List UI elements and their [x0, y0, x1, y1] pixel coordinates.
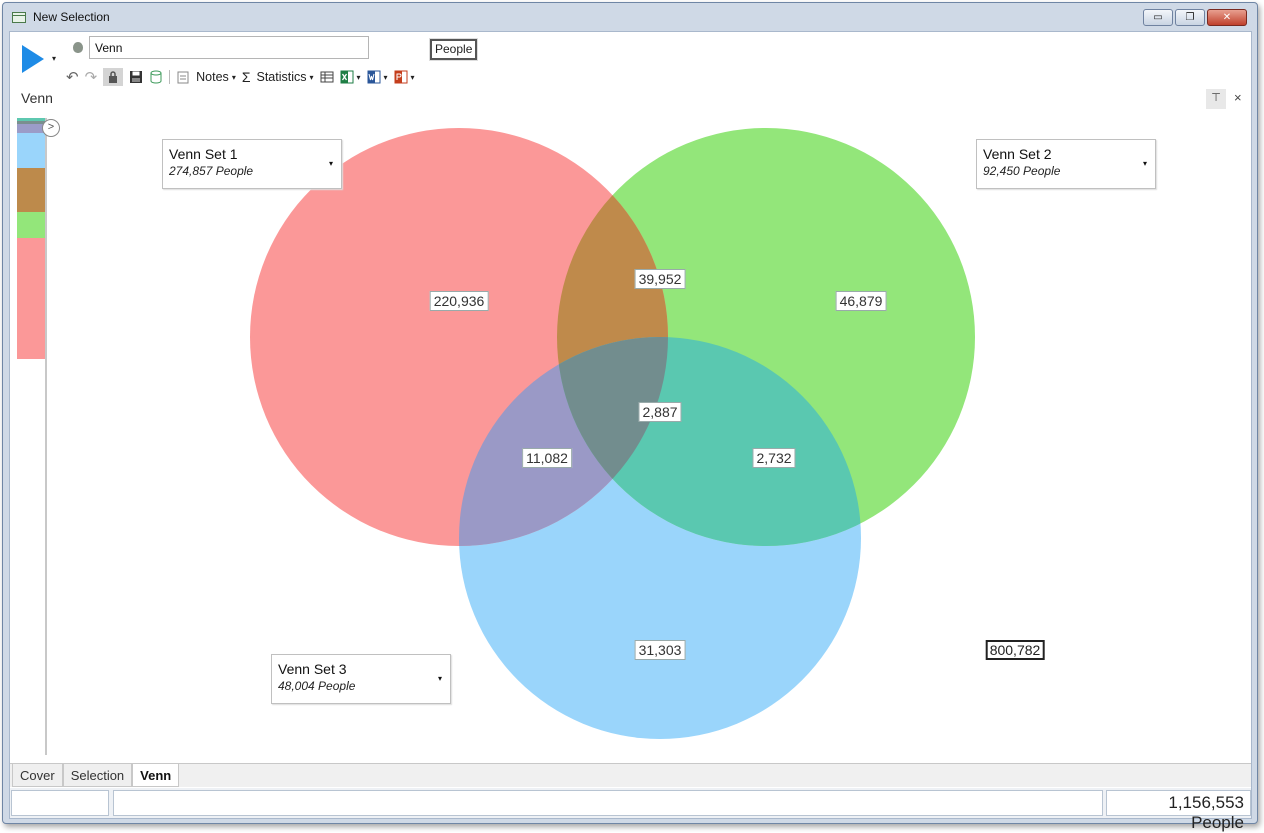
restore-button[interactable]: ❐ [1175, 9, 1205, 26]
region-only-set1-label: 220,936 [429, 291, 489, 311]
client-area: ▾ People ↶ ↷ Notes ▾ Σ [9, 31, 1252, 832]
venn-set3-selector[interactable]: Venn Set 3 48,004 People ▾ [271, 654, 451, 704]
status-total-count: 1,156,553 People [1106, 790, 1251, 832]
window-title: New Selection [33, 10, 110, 24]
region-all-sets-label: 2,887 [638, 402, 682, 422]
window-icon [12, 11, 26, 23]
region-only-set3-label: 31,303 [634, 640, 686, 660]
status-cell-left [11, 790, 109, 816]
tab-venn[interactable]: Venn [132, 764, 180, 787]
set2-name: Venn Set 2 [983, 146, 1052, 162]
region-set1-set2-label: 39,952 [634, 269, 686, 289]
title-bar[interactable]: New Selection ▭ ❐ ✕ [3, 3, 1257, 31]
minimize-button[interactable]: ▭ [1143, 9, 1173, 26]
close-button[interactable]: ✕ [1207, 9, 1247, 26]
set3-count: 48,004 People [278, 679, 356, 693]
set3-name: Venn Set 3 [278, 661, 347, 677]
stack-segment[interactable] [17, 123, 45, 134]
venn-set2-selector[interactable]: Venn Set 2 92,450 People ▾ [976, 139, 1156, 189]
venn-set1-selector[interactable]: Venn Set 1 274,857 People ▾ [162, 139, 342, 189]
set2-dropdown-icon[interactable]: ▾ [1143, 159, 1147, 168]
bottom-tab-strip: Cover Selection Venn [10, 763, 1251, 787]
stack-segment[interactable] [17, 167, 45, 212]
tab-selection[interactable]: Selection [62, 764, 133, 787]
selection-stack-bar[interactable] [17, 118, 47, 755]
stack-segment[interactable] [17, 237, 45, 360]
set1-name: Venn Set 1 [169, 146, 238, 162]
tab-cover[interactable]: Cover [12, 764, 63, 787]
status-bar: 1,156,553 People [10, 788, 1251, 832]
status-cell-middle [113, 790, 1103, 816]
stack-segment[interactable] [17, 211, 45, 238]
set1-dropdown-icon[interactable]: ▾ [329, 159, 333, 168]
stack-segment[interactable] [17, 133, 45, 168]
region-set2-set3-label: 2,732 [752, 448, 796, 468]
region-only-set2-label: 46,879 [835, 291, 887, 311]
region-set1-set3-label: 11,082 [522, 448, 572, 468]
outside-sets-label: 800,782 [985, 640, 1045, 660]
app-window: New Selection ▭ ❐ ✕ ▾ People ↶ ↷ [2, 2, 1258, 832]
set3-dropdown-icon[interactable]: ▾ [438, 674, 442, 683]
expand-sidebar-icon[interactable]: > [42, 119, 60, 137]
set2-count: 92,450 People [983, 164, 1061, 178]
set1-count: 274,857 People [169, 164, 254, 178]
